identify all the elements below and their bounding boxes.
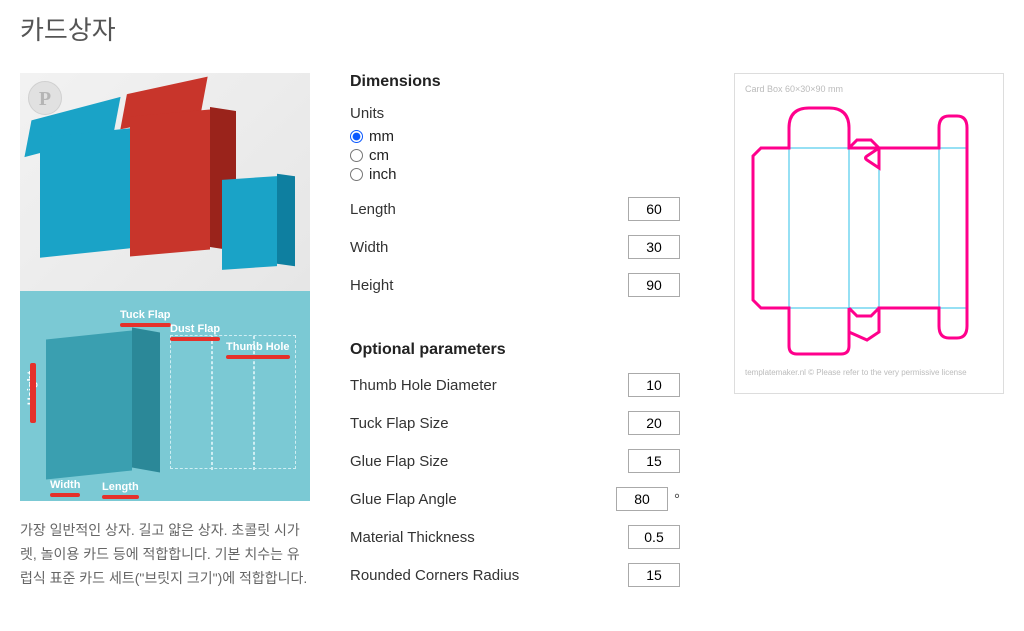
thumb-hole-input[interactable] [628,373,680,397]
glue-size-input[interactable] [628,449,680,473]
thumb-hole-field: Thumb Hole Diameter [350,373,680,397]
tuck-flap-label: Tuck Flap Size [350,415,628,432]
height-label: Height [350,277,628,294]
thumb-hole-label: Thumb Hole Diameter [350,377,628,394]
glue-angle-suffix: ° [674,491,680,508]
thickness-input[interactable] [628,525,680,549]
unit-cm-radio[interactable] [350,149,363,162]
thickness-field: Material Thickness [350,525,680,549]
preview-column: Card Box 60×30×90 mm templatemaker.nl © … [734,73,1004,394]
unit-inch-label: inch [369,166,397,183]
left-column: P Tuck Flap Dust Flap Thumb Hole Height … [20,73,310,590]
unit-mm-label: mm [369,128,394,145]
pinterest-icon[interactable]: P [28,81,62,115]
width-field: Width [350,235,680,259]
glue-angle-label: Glue Flap Angle [350,491,616,508]
page-layout: P Tuck Flap Dust Flap Thumb Hole Height … [20,65,1004,601]
diagram-iso-side [132,328,160,473]
optional-heading: Optional parameters [350,341,680,359]
label-width: Width [50,479,80,497]
radius-field: Rounded Corners Radius [350,563,680,587]
unit-mm-radio[interactable] [350,130,363,143]
unit-mm-row[interactable]: mm [350,128,680,145]
photo-box-red [130,110,210,257]
tuck-flap-input[interactable] [628,411,680,435]
label-thumb-hole: Thumb Hole [226,341,290,359]
dieline-preview[interactable]: Card Box 60×30×90 mm templatemaker.nl © … [734,73,1004,394]
sample-photo-image [20,73,310,291]
dimensions-heading: Dimensions [350,73,680,91]
label-dust-flap: Dust Flap [170,323,220,341]
length-field: Length [350,197,680,221]
unit-inch-row[interactable]: inch [350,166,680,183]
tuck-flap-field: Tuck Flap Size [350,411,680,435]
width-input[interactable] [628,235,680,259]
unit-cm-label: cm [369,147,389,164]
form-column: Dimensions Units mm cm inch Length Width… [350,73,680,601]
glue-angle-field: Glue Flap Angle ° [350,487,680,511]
radius-label: Rounded Corners Radius [350,567,628,584]
glue-size-field: Glue Flap Size [350,449,680,473]
label-tuck-flap: Tuck Flap [120,309,171,327]
description-text: 가장 일반적인 상자. 길고 얇은 상자. 초콜릿 시가렛, 놀이용 카드 등에… [20,519,310,590]
units-label: Units [350,105,680,122]
preview-caption-top: Card Box 60×30×90 mm [745,84,993,94]
glue-size-label: Glue Flap Size [350,453,628,470]
sample-photo: P [20,73,310,291]
height-input[interactable] [628,273,680,297]
radius-input[interactable] [628,563,680,587]
height-field: Height [350,273,680,297]
thickness-label: Material Thickness [350,529,628,546]
unit-inch-radio[interactable] [350,168,363,181]
dieline-svg [749,98,989,358]
dimension-diagram: Tuck Flap Dust Flap Thumb Hole Height Wi… [20,291,310,501]
label-length: Length [102,481,139,499]
photo-box-blue [40,128,130,257]
width-label: Width [350,239,628,256]
preview-caption-bottom: templatemaker.nl © Please refer to the v… [745,368,993,377]
photo-box-small [222,176,277,270]
unit-cm-row[interactable]: cm [350,147,680,164]
length-label: Length [350,201,628,218]
photo-box-small-side [277,174,295,267]
glue-angle-input[interactable] [616,487,668,511]
diagram-iso-front [46,330,132,479]
page-title: 카드상자 [20,10,1004,47]
length-input[interactable] [628,197,680,221]
